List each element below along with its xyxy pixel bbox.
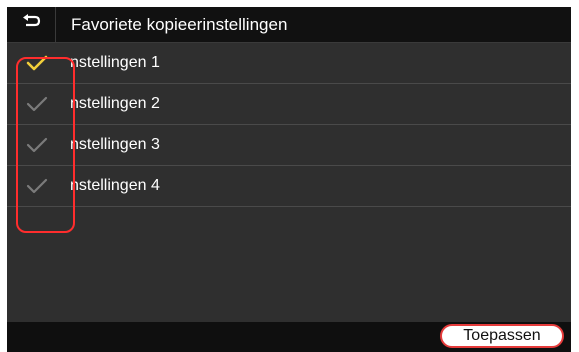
list-item[interactable]: nstellingen 1: [7, 43, 571, 84]
list-item[interactable]: nstellingen 4: [7, 166, 571, 207]
list-item-label: nstellingen 3: [70, 136, 160, 153]
page-title: Favoriete kopieerinstellingen: [71, 15, 288, 34]
back-button[interactable]: [7, 7, 56, 42]
checkmark-highlight: [16, 57, 75, 233]
list-item-label: nstellingen 2: [70, 95, 160, 112]
settings-list: nstellingen 1 nstellingen 2 nstellingen …: [7, 43, 571, 207]
list-item[interactable]: nstellingen 3: [7, 125, 571, 166]
list-item-label: nstellingen 4: [70, 177, 160, 194]
list-item-label: nstellingen 1: [70, 54, 160, 71]
device-screen: Favoriete kopieerinstellingen nstellinge…: [7, 7, 571, 352]
top-bar: Favoriete kopieerinstellingen: [7, 7, 571, 43]
apply-button[interactable]: Toepassen: [440, 324, 564, 348]
list-item[interactable]: nstellingen 2: [7, 84, 571, 125]
back-arrow-icon: [21, 14, 41, 35]
bottom-bar: Toepassen: [7, 322, 571, 352]
